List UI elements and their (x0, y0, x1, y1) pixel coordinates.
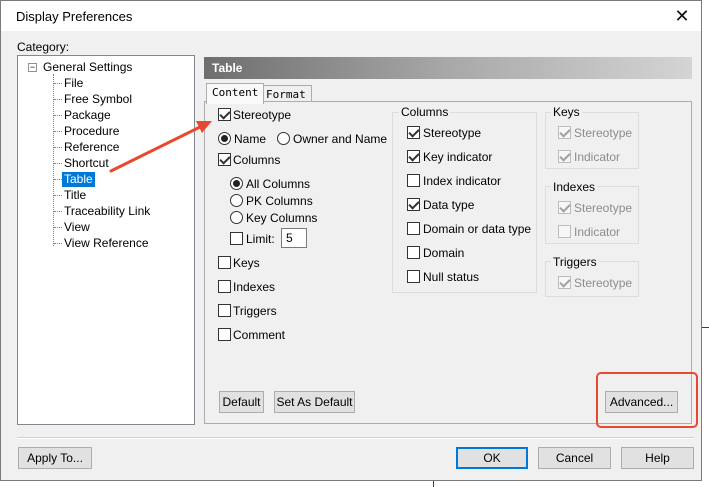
stereotype-checkbox[interactable] (218, 108, 231, 121)
pane-title: Table (204, 57, 692, 79)
keys-label: Keys (233, 256, 260, 270)
title-bar: Display Preferences ✕ (1, 1, 701, 31)
tree-item-title[interactable]: Title (64, 188, 86, 203)
triggers-stereotype-label: Stereotype (574, 276, 633, 290)
keys-stereotype-label: Stereotype (574, 126, 633, 140)
columns-checkbox[interactable] (218, 153, 231, 166)
limit-checkbox[interactable] (230, 232, 243, 245)
help-button[interactable]: Help (621, 447, 694, 469)
tree-connector (54, 211, 62, 212)
name-radio-label: Name (234, 132, 267, 146)
background-line (433, 480, 434, 487)
tree-connector (54, 83, 62, 84)
column-stereotype-checkbox[interactable] (407, 126, 420, 139)
pk-columns-radio[interactable] (230, 194, 243, 207)
tree-item-table[interactable]: Table (62, 172, 95, 187)
pk-columns-label: PK Columns (246, 194, 313, 208)
triggers-stereotype-checkbox[interactable] (558, 276, 571, 289)
keys-checkbox[interactable] (218, 256, 231, 269)
tree-connector (54, 179, 62, 180)
all-columns-label: All Columns (246, 177, 311, 191)
columns-label: Columns (233, 153, 281, 167)
keys-indicator-checkbox[interactable] (558, 150, 571, 163)
tree-root-general-settings[interactable]: General Settings (43, 60, 132, 75)
column-null-status-label: Null status (423, 270, 480, 284)
tree-item-shortcut[interactable]: Shortcut (64, 156, 109, 171)
indexes-stereotype-checkbox[interactable] (558, 201, 571, 214)
collapse-icon[interactable]: − (28, 63, 37, 72)
tree-connector (54, 163, 62, 164)
limit-label: Limit: (246, 232, 275, 246)
tree-connector (54, 147, 62, 148)
indexes-group-title: Indexes (551, 180, 598, 194)
apply-to-button[interactable]: Apply To... (18, 447, 92, 469)
indexes-label: Indexes (233, 280, 276, 294)
column-domain-checkbox[interactable] (407, 246, 420, 259)
owner-and-name-radio[interactable] (277, 132, 290, 145)
column-null-status-checkbox[interactable] (407, 270, 420, 283)
indexes-indicator-checkbox[interactable] (558, 225, 571, 238)
set-as-default-button[interactable]: Set As Default (274, 391, 355, 413)
tree-item-view-reference[interactable]: View Reference (64, 236, 149, 251)
column-index-indicator-checkbox[interactable] (407, 174, 420, 187)
category-tree[interactable]: − General Settings File Free Symbol Packag… (17, 55, 195, 425)
comment-label: Comment (233, 328, 286, 342)
separator (17, 437, 694, 439)
triggers-label: Triggers (233, 304, 277, 318)
advanced-highlight-box (596, 372, 698, 428)
default-button[interactable]: Default (219, 391, 264, 413)
key-columns-radio[interactable] (230, 211, 243, 224)
column-domain-or-data-type-checkbox[interactable] (407, 222, 420, 235)
tree-item-traceability-link[interactable]: Traceability Link (64, 204, 150, 219)
window-title: Display Preferences (16, 9, 133, 24)
key-columns-label: Key Columns (246, 211, 318, 225)
column-data-type-label: Data type (423, 198, 475, 212)
tree-connector (54, 195, 62, 196)
tree-connector (54, 131, 62, 132)
column-key-indicator-label: Key indicator (423, 150, 493, 164)
indexes-checkbox[interactable] (218, 280, 231, 293)
all-columns-radio[interactable] (230, 177, 243, 190)
keys-stereotype-checkbox[interactable] (558, 126, 571, 139)
column-domain-label: Domain (423, 246, 465, 260)
tree-connector (54, 227, 62, 228)
tree-item-reference[interactable]: Reference (64, 140, 119, 155)
tree-connector (54, 99, 62, 100)
tree-item-procedure[interactable]: Procedure (64, 124, 119, 139)
stereotype-label: Stereotype (233, 108, 292, 122)
limit-input[interactable]: 5 (281, 228, 307, 248)
keys-group-title: Keys (551, 105, 582, 119)
triggers-checkbox[interactable] (218, 304, 231, 317)
tree-connector (54, 243, 62, 244)
name-radio[interactable] (218, 132, 231, 145)
tree-connector (54, 115, 62, 116)
tab-content[interactable]: Content (206, 83, 265, 104)
close-icon[interactable]: ✕ (671, 5, 693, 27)
keys-indicator-label: Indicator (574, 150, 621, 164)
indexes-indicator-label: Indicator (574, 225, 621, 239)
column-key-indicator-checkbox[interactable] (407, 150, 420, 163)
tree-item-free-symbol[interactable]: Free Symbol (64, 92, 132, 107)
tree-item-view[interactable]: View (64, 220, 90, 235)
category-label: Category: (17, 40, 70, 54)
indexes-stereotype-label: Stereotype (574, 201, 633, 215)
triggers-group-title: Triggers (551, 255, 599, 269)
tree-item-package[interactable]: Package (64, 108, 111, 123)
column-domain-or-data-type-label: Domain or data type (423, 222, 532, 236)
cancel-button[interactable]: Cancel (538, 447, 611, 469)
owner-and-name-label: Owner and Name (293, 132, 388, 146)
column-stereotype-label: Stereotype (423, 126, 482, 140)
column-index-indicator-label: Index indicator (423, 174, 502, 188)
column-data-type-checkbox[interactable] (407, 198, 420, 211)
columns-group-title: Columns (399, 105, 451, 119)
comment-checkbox[interactable] (218, 328, 231, 341)
ok-button[interactable]: OK (456, 447, 528, 469)
tree-item-file[interactable]: File (64, 76, 83, 91)
